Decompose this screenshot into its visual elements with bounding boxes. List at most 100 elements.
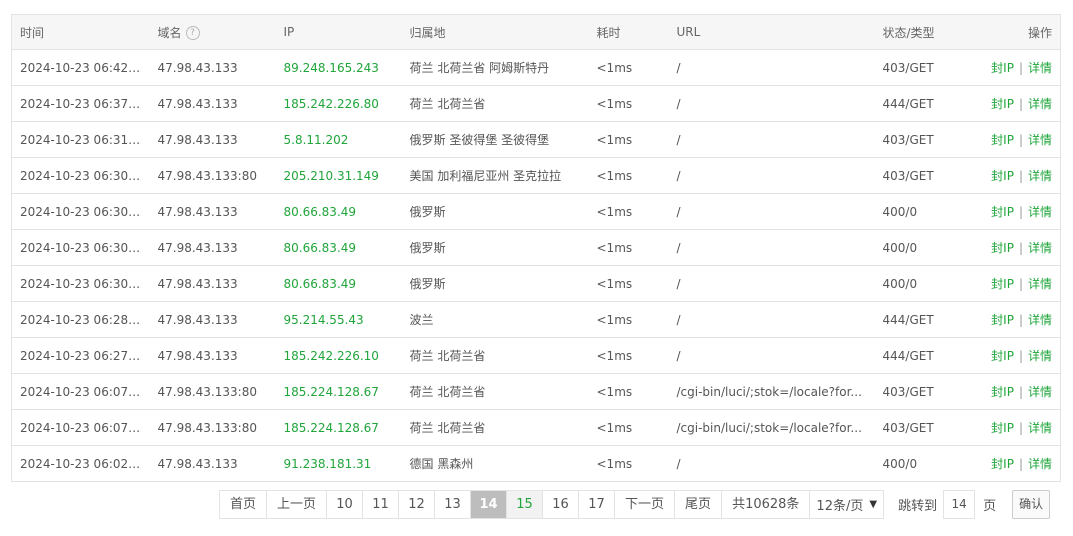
cell-status: 444/GET xyxy=(874,301,975,338)
cell-time: 2024-10-23 06:30:10 xyxy=(11,193,150,230)
page-button-11[interactable]: 11 xyxy=(363,490,400,519)
cell-duration: <1ms xyxy=(588,157,669,194)
cell-duration: <1ms xyxy=(588,49,669,86)
cell-time: 2024-10-23 06:28:21 xyxy=(11,301,150,338)
page-button-12[interactable]: 12 xyxy=(399,490,436,519)
col-header-actions: 操作 xyxy=(974,14,1061,50)
block-ip-link[interactable]: 封IP xyxy=(991,421,1014,435)
cell-actions: 封IP | 详情 xyxy=(974,409,1061,446)
block-ip-link[interactable]: 封IP xyxy=(991,313,1014,327)
cell-duration: <1ms xyxy=(588,121,669,158)
block-ip-link[interactable]: 封IP xyxy=(991,385,1014,399)
action-separator: | xyxy=(1018,421,1023,435)
cell-url: / xyxy=(668,49,875,86)
cell-url: / xyxy=(668,337,875,374)
cell-url: /cgi-bin/luci/;stok=/locale?for... xyxy=(668,373,875,410)
cell-status: 400/0 xyxy=(874,229,975,266)
next-page-button[interactable]: 下一页 xyxy=(615,490,676,519)
cell-time: 2024-10-23 06:30:23 xyxy=(11,157,150,194)
action-separator: | xyxy=(1018,133,1023,147)
cell-domain: 47.98.43.133:80 xyxy=(149,157,276,194)
page-size-select[interactable]: 12条/页 ▼ xyxy=(810,490,885,519)
col-header-ip: IP xyxy=(275,14,402,50)
cell-url: /cgi-bin/luci/;stok=/locale?for... xyxy=(668,409,875,446)
page-button-13[interactable]: 13 xyxy=(435,490,472,519)
confirm-jump-button[interactable]: 确认 xyxy=(1012,490,1051,519)
block-ip-link[interactable]: 封IP xyxy=(991,97,1014,111)
details-link[interactable]: 详情 xyxy=(1028,61,1052,75)
last-page-button[interactable]: 尾页 xyxy=(675,490,723,519)
cell-location: 波兰 xyxy=(401,301,589,338)
details-link[interactable]: 详情 xyxy=(1028,205,1052,219)
cell-url: / xyxy=(668,193,875,230)
first-page-button[interactable]: 首页 xyxy=(219,490,268,519)
prev-page-button[interactable]: 上一页 xyxy=(267,490,328,519)
cell-actions: 封IP | 详情 xyxy=(974,265,1061,302)
block-ip-link[interactable]: 封IP xyxy=(991,241,1014,255)
cell-ip: 185.242.226.80 xyxy=(275,85,402,122)
details-link[interactable]: 详情 xyxy=(1028,169,1052,183)
cell-url: / xyxy=(668,301,875,338)
action-separator: | xyxy=(1018,385,1023,399)
block-ip-link[interactable]: 封IP xyxy=(991,61,1014,75)
action-separator: | xyxy=(1018,169,1023,183)
block-ip-link[interactable]: 封IP xyxy=(991,133,1014,147)
col-header-location: 归属地 xyxy=(401,14,589,50)
details-link[interactable]: 详情 xyxy=(1028,133,1052,147)
details-link[interactable]: 详情 xyxy=(1028,385,1052,399)
cell-domain: 47.98.43.133 xyxy=(149,193,276,230)
cell-location: 俄罗斯 圣彼得堡 圣彼得堡 xyxy=(401,121,589,158)
cell-time: 2024-10-23 06:37:47 xyxy=(11,85,150,122)
cell-location: 荷兰 北荷兰省 xyxy=(401,85,589,122)
access-log-table: 时间 域名? IP 归属地 耗时 URL 状态/类型 操作 2024-10-23… xyxy=(11,14,1061,482)
table-body: 2024-10-23 06:42:59 47.98.43.133 89.248.16… xyxy=(11,49,1061,482)
jump-page-input[interactable]: 14 xyxy=(943,490,976,519)
table-row: 2024-10-23 06:07:47 47.98.43.133:80 185.22… xyxy=(11,373,1061,410)
page-button-15[interactable]: 15 xyxy=(507,490,544,519)
page-button-16[interactable]: 16 xyxy=(543,490,580,519)
cell-actions: 封IP | 详情 xyxy=(974,193,1061,230)
cell-ip: 185.242.226.10 xyxy=(275,337,402,374)
page-button-14-current[interactable]: 14 xyxy=(471,490,508,519)
cell-time: 2024-10-23 06:42:59 xyxy=(11,49,150,86)
cell-domain: 47.98.43.133 xyxy=(149,301,276,338)
cell-status: 403/GET xyxy=(874,49,975,86)
details-link[interactable]: 详情 xyxy=(1028,349,1052,363)
table-row: 2024-10-23 06:31:29 47.98.43.133 5.8.11.20… xyxy=(11,121,1061,158)
page-button-10[interactable]: 10 xyxy=(327,490,364,519)
cell-time: 2024-10-23 06:30:10 xyxy=(11,229,150,266)
details-link[interactable]: 详情 xyxy=(1028,457,1052,471)
cell-time: 2024-10-23 06:30:08 xyxy=(11,265,150,302)
cell-ip: 80.66.83.49 xyxy=(275,265,402,302)
cell-actions: 封IP | 详情 xyxy=(974,49,1061,86)
block-ip-link[interactable]: 封IP xyxy=(991,169,1014,183)
cell-url: / xyxy=(668,85,875,122)
cell-ip: 185.224.128.67 xyxy=(275,373,402,410)
details-link[interactable]: 详情 xyxy=(1028,97,1052,111)
details-link[interactable]: 详情 xyxy=(1028,241,1052,255)
cell-ip: 95.214.55.43 xyxy=(275,301,402,338)
cell-location: 荷兰 北荷兰省 xyxy=(401,409,589,446)
col-header-url: URL xyxy=(668,14,875,50)
block-ip-link[interactable]: 封IP xyxy=(991,205,1014,219)
cell-status: 400/0 xyxy=(874,265,975,302)
page-button-17[interactable]: 17 xyxy=(579,490,616,519)
cell-duration: <1ms xyxy=(588,301,669,338)
details-link[interactable]: 详情 xyxy=(1028,421,1052,435)
cell-duration: <1ms xyxy=(596,456,633,471)
cell-time: 2024-10-23 06:07:14 xyxy=(11,409,150,446)
cell-duration: <1ms xyxy=(588,265,669,302)
details-link[interactable]: 详情 xyxy=(1028,277,1052,291)
block-ip-link[interactable]: 封IP xyxy=(991,349,1014,363)
block-ip-link[interactable]: 封IP xyxy=(991,277,1014,291)
cell-duration: <1ms xyxy=(588,337,669,374)
chevron-down-icon: ▼ xyxy=(869,499,878,510)
total-count: 共10628条 xyxy=(722,490,811,519)
table-row: 2024-10-23 06:42:59 47.98.43.133 89.248.16… xyxy=(11,49,1061,86)
details-link[interactable]: 详情 xyxy=(1028,313,1052,327)
cell-status: 403/GET xyxy=(874,409,975,446)
cell-time: 2024-10-23 06:02:39 xyxy=(20,456,148,471)
help-icon[interactable]: ? xyxy=(185,26,200,40)
table-row: 2024-10-23 06:30:10 47.98.43.133 80.66.83.… xyxy=(11,229,1061,266)
block-ip-link[interactable]: 封IP xyxy=(991,457,1014,471)
